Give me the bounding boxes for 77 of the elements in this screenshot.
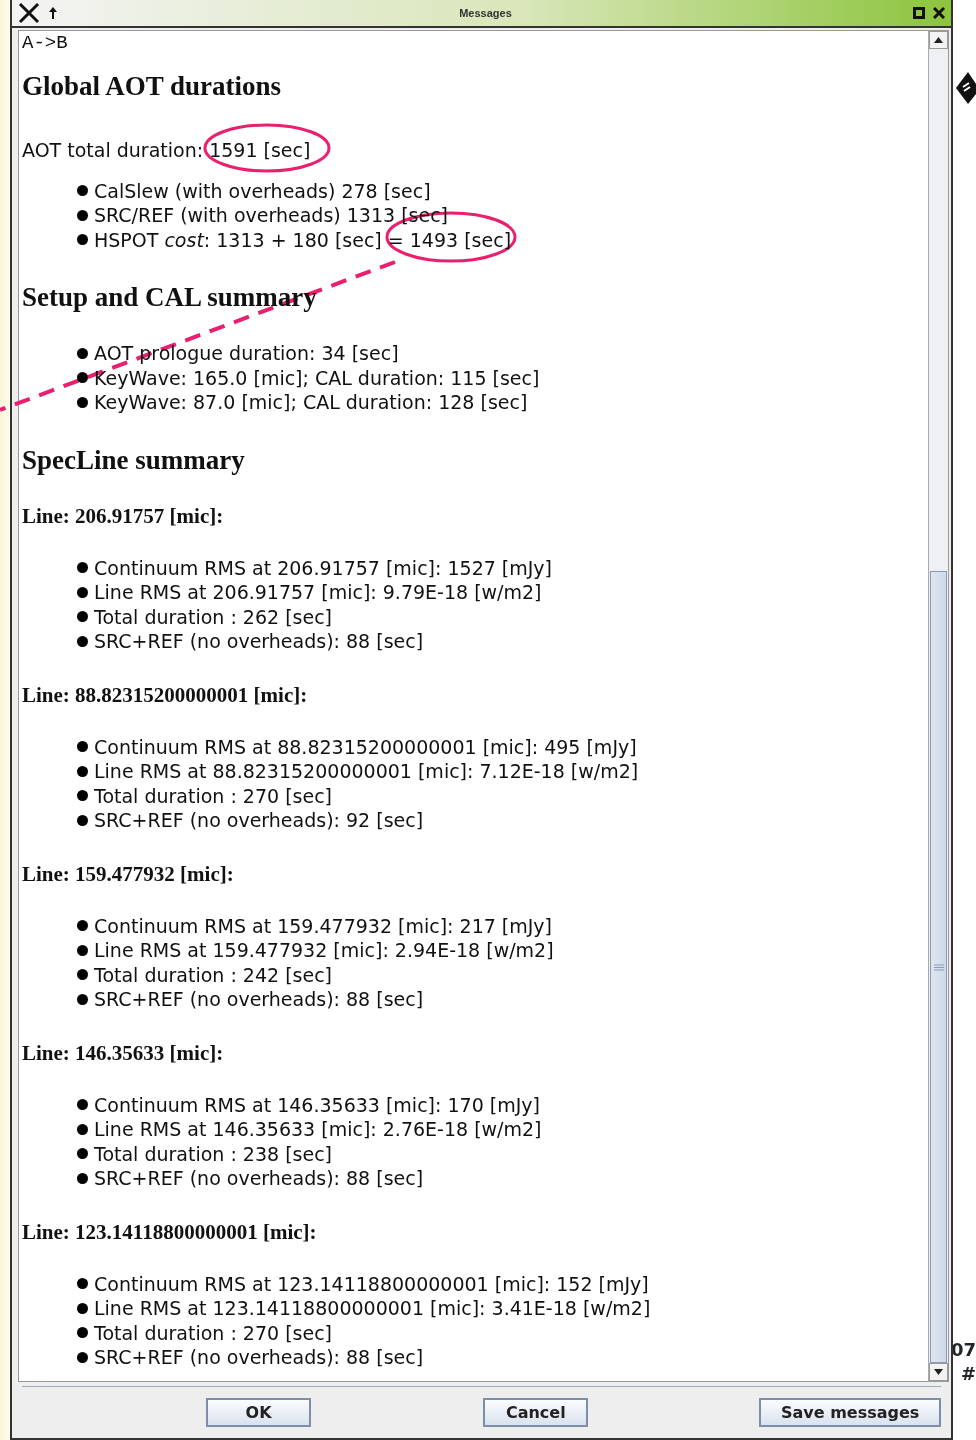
list-item-text: Line RMS at 159.477932 [mic]: 2.94E-18 [w/m2] xyxy=(94,938,554,963)
x-logo-icon[interactable] xyxy=(18,2,40,24)
list-item-text: Total duration : 262 [sec] xyxy=(94,604,332,629)
summary-text: AOT total duration: 1591 [sec] xyxy=(22,138,311,163)
bullet-icon xyxy=(77,969,88,981)
list-item-text: Continuum RMS at 146.35633 [mic]: 170 [mJy] xyxy=(94,1092,540,1117)
desktop-text: # xyxy=(960,1362,976,1386)
bullet-icon xyxy=(77,1172,88,1184)
list-item-text: Continuum RMS at 159.477932 [mic]: 217 [mJy] xyxy=(94,913,553,938)
bullet-icon xyxy=(77,185,88,197)
bullet-icon xyxy=(77,993,88,1005)
bullet-icon xyxy=(77,920,88,932)
bullet-icon xyxy=(77,1148,88,1160)
bullet-icon xyxy=(77,790,88,802)
line-heading: Line: 206.91757 [mic]: xyxy=(22,502,225,529)
bullet-icon xyxy=(77,1327,88,1339)
list-item-text: Total duration : 242 [sec] xyxy=(94,962,332,987)
bullet-icon xyxy=(77,586,88,598)
list-item-text: Continuum RMS at 123.14118800000001 [mic]: 152 [mJy] xyxy=(94,1271,649,1296)
dialog-button[interactable]: OK xyxy=(206,1398,312,1427)
list-item-text: Line RMS at 146.35633 [mic]: 2.76E-18 [w/m2] xyxy=(94,1117,542,1142)
maximize-icon[interactable] xyxy=(913,7,925,19)
bullet-icon xyxy=(77,396,88,408)
section-heading: Global AOT durations xyxy=(22,70,283,103)
grip-icon xyxy=(933,963,944,971)
list-item-text: KeyWave: 165.0 [mic]; CAL duration: 115 [sec] xyxy=(94,365,540,390)
list-item-text: SRC+REF (no overheads): 92 [sec] xyxy=(94,808,424,833)
bullet-icon xyxy=(77,1302,88,1314)
bullet-icon xyxy=(77,944,88,956)
scroll-down-button[interactable] xyxy=(929,1363,948,1381)
scrollbar[interactable] xyxy=(928,31,948,1381)
message-header: A->B xyxy=(22,31,69,55)
section-heading: SpecLine summary xyxy=(22,443,246,477)
list-item-text: Continuum RMS at 88.82315200000001 [mic]: 495 [mJy] xyxy=(94,734,637,759)
desktop-text: 07 xyxy=(950,1338,976,1362)
list-item-text: SRC+REF (no overheads): 88 [sec] xyxy=(94,1166,424,1191)
scroll-up-button[interactable] xyxy=(929,31,948,49)
list-item-text: Line RMS at 88.82315200000001 [mic]: 7.12E-18 [w/m2] xyxy=(94,759,639,784)
bullet-icon xyxy=(77,765,88,777)
line-heading: Line: 159.477932 [mic]: xyxy=(22,860,235,887)
line-heading: Line: 88.82315200000001 [mic]: xyxy=(22,681,309,708)
list-item-text: SRC+REF (no overheads): 88 [sec] xyxy=(94,629,424,654)
list-item-text: Total duration : 270 [sec] xyxy=(94,783,332,808)
list-item-text: SRC+REF (no overheads): 88 [sec] xyxy=(94,1345,424,1370)
down-arrow-icon xyxy=(934,1369,943,1375)
list-item-text: SRC+REF (no overheads): 88 [sec] xyxy=(94,987,424,1012)
diamond-icon xyxy=(954,70,976,106)
dialog-button[interactable]: Save messages xyxy=(759,1398,941,1427)
list-item-text: Line RMS at 206.91757 [mic]: 9.79E-18 [w/m2] xyxy=(94,580,542,605)
list-item-text: CalSlew (with overheads) 278 [sec] xyxy=(94,178,431,203)
window-title: Messages xyxy=(458,5,513,21)
bullet-icon xyxy=(77,209,88,221)
list-item-text: Line RMS at 123.14118800000001 [mic]: 3.41E-18 [w/m2] xyxy=(94,1296,651,1321)
bullet-icon xyxy=(77,347,88,359)
line-heading: Line: 123.14118800000001 [mic]: xyxy=(22,1218,318,1245)
list-item-text: KeyWave: 87.0 [mic]; CAL duration: 128 [sec] xyxy=(94,390,528,415)
bullet-icon xyxy=(77,611,88,623)
list-item-text: Total duration : 238 [sec] xyxy=(94,1141,332,1166)
bullet-icon xyxy=(77,741,88,753)
bullet-icon xyxy=(77,814,88,826)
list-item-text: HSPOT cost: 1313 + 180 [sec] = 1493 [sec] xyxy=(94,227,512,252)
bullet-icon xyxy=(77,562,88,574)
list-item-text: Continuum RMS at 206.91757 [mic]: 1527 [mJy] xyxy=(94,555,553,580)
bullet-icon xyxy=(77,372,88,384)
bullet-icon xyxy=(77,1351,88,1363)
bullet-icon xyxy=(77,234,88,246)
close-icon[interactable] xyxy=(933,7,945,19)
bullet-icon xyxy=(77,1278,88,1290)
pin-icon[interactable] xyxy=(48,7,58,19)
bullet-icon xyxy=(77,1123,88,1135)
dialog-button[interactable]: Cancel xyxy=(483,1398,589,1427)
up-arrow-icon xyxy=(934,37,943,43)
list-item-text: Total duration : 270 [sec] xyxy=(94,1320,332,1345)
scroll-thumb[interactable] xyxy=(930,571,947,1363)
bullet-icon xyxy=(77,1099,88,1111)
bullet-icon xyxy=(77,635,88,647)
line-heading: Line: 146.35633 [mic]: xyxy=(22,1039,225,1066)
